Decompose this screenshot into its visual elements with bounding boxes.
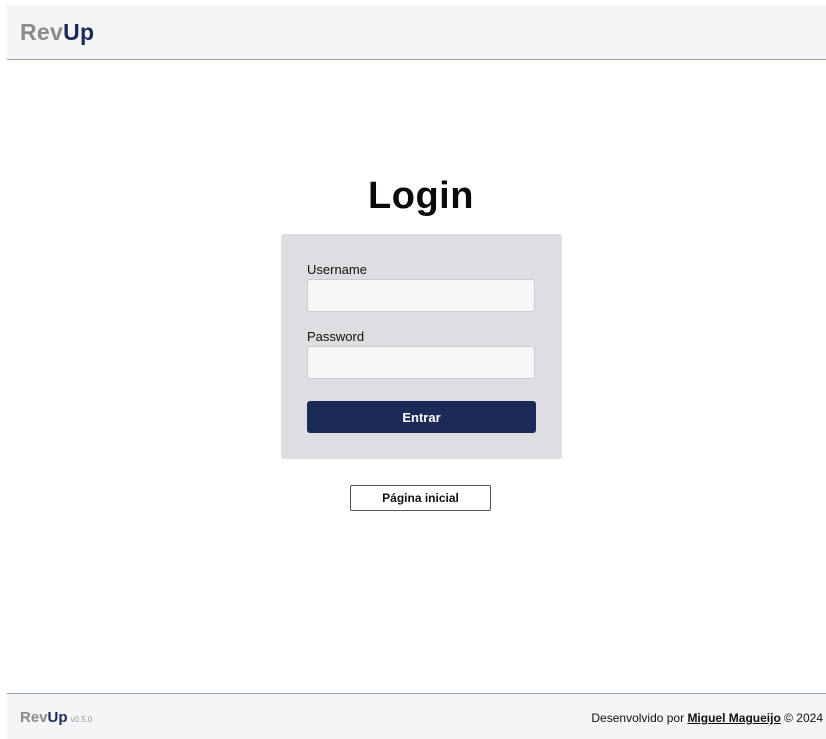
top-bar: RevUp — [7, 5, 826, 60]
brand-up-text: Up — [63, 19, 95, 45]
credits-suffix: © 2024 — [780, 711, 823, 725]
brand-rev-text: Rev — [20, 19, 64, 45]
credits-prefix: Desenvolvido por — [591, 711, 688, 725]
username-input[interactable] — [307, 279, 535, 312]
footer-credits: Desenvolvido por Miguel Magueijo © 2024 — [591, 711, 823, 725]
home-page-button[interactable]: Página inicial — [350, 485, 491, 511]
footer-brand-logo: RevUp v0.5.0 — [20, 709, 92, 729]
brand-logo[interactable]: RevUp — [20, 18, 94, 46]
footer-brand-rev-text: Rev — [20, 709, 48, 726]
author-link[interactable]: Miguel Magueijo — [687, 711, 780, 725]
password-input[interactable] — [307, 346, 535, 379]
username-label: Username — [307, 262, 367, 277]
login-form: Username Password Entrar — [281, 234, 562, 459]
footer: RevUp v0.5.0 Desenvolvido por Miguel Magu… — [7, 693, 826, 739]
password-label: Password — [307, 329, 365, 344]
login-submit-button[interactable]: Entrar — [307, 401, 536, 433]
page-title: Login — [368, 175, 474, 218]
version-label: v0.5.0 — [70, 715, 93, 724]
footer-brand-up-text: Up — [47, 709, 68, 726]
